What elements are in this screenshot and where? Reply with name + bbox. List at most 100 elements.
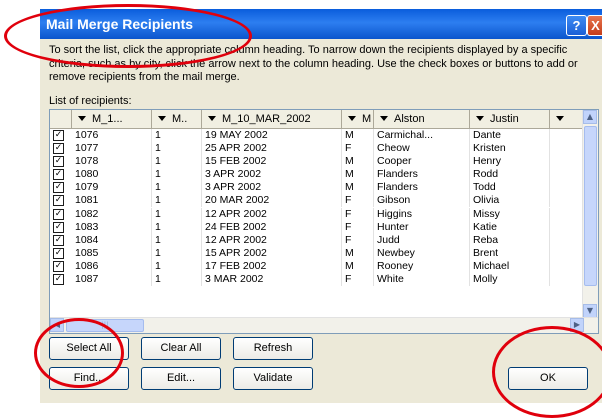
row-checkbox[interactable]: ✓	[53, 143, 64, 155]
find-button[interactable]: Find...	[49, 367, 129, 390]
table-row[interactable]: ✓ 1076 1 19 MAY 2002 M Carmichal... Dante	[50, 129, 584, 142]
row-checkbox[interactable]: ✓	[53, 260, 64, 272]
ok-button[interactable]: OK	[508, 367, 588, 390]
list-label: List of recipients:	[49, 95, 132, 107]
row-checkbox[interactable]: ✓	[53, 208, 64, 220]
dropdown-arrow-icon[interactable]	[208, 116, 216, 122]
last-name-cell: Cheow	[374, 142, 470, 156]
mail-merge-dialog: Mail Merge Recipients ? X To sort the li…	[40, 9, 602, 403]
count-cell: 1	[152, 259, 202, 273]
first-name-cell: Katie	[470, 220, 550, 234]
dropdown-arrow-icon[interactable]	[380, 116, 388, 122]
id-cell: 1076	[72, 129, 152, 142]
row-checkbox[interactable]: ✓	[53, 169, 64, 181]
dropdown-arrow-icon[interactable]	[348, 116, 356, 122]
id-cell: 1081	[72, 194, 152, 208]
last-name-cell: White	[374, 273, 470, 287]
row-checkbox[interactable]: ✓	[53, 156, 64, 168]
row-checkbox[interactable]: ✓	[53, 130, 64, 141]
extra-cell	[550, 207, 584, 221]
table-row[interactable]: ✓ 1087 1 3 MAR 2002 F White Molly	[50, 273, 584, 287]
column-header-count[interactable]: M..	[152, 110, 202, 128]
column-header-date[interactable]: M_10_MAR_2002	[202, 110, 342, 128]
horizontal-scroll-thumb[interactable]: |||	[66, 319, 144, 332]
column-header-first-name[interactable]: Justin	[470, 110, 550, 128]
clear-all-button[interactable]: Clear All	[141, 337, 221, 360]
date-cell: 20 MAR 2002	[202, 194, 342, 208]
date-cell: 15 FEB 2002	[202, 155, 342, 169]
column-header-id[interactable]: M_1...	[72, 110, 152, 128]
first-name-cell: Molly	[470, 273, 550, 287]
title-bar[interactable]: Mail Merge Recipients ? X	[40, 9, 602, 39]
dialog-title: Mail Merge Recipients	[46, 16, 194, 32]
id-cell: 1077	[72, 142, 152, 156]
row-checkbox[interactable]: ✓	[53, 221, 64, 233]
table-row[interactable]: ✓ 1085 1 15 APR 2002 M Newbey Brent	[50, 246, 584, 260]
refresh-button[interactable]: Refresh	[233, 337, 313, 360]
table-row[interactable]: ✓ 1078 1 15 FEB 2002 M Cooper Henry	[50, 155, 584, 169]
count-cell: 1	[152, 220, 202, 234]
extra-cell	[550, 246, 584, 260]
gender-cell: M	[342, 259, 374, 273]
row-checkbox[interactable]: ✓	[53, 195, 64, 207]
last-name-cell: Flanders	[374, 181, 470, 195]
recipients-list[interactable]: M_1... M.. M_10_MAR_2002 M Alston Justin…	[49, 109, 599, 334]
dropdown-arrow-icon[interactable]	[556, 116, 564, 122]
select-all-button[interactable]: Select All	[49, 337, 129, 360]
first-name-cell: Rodd	[470, 168, 550, 182]
id-cell: 1080	[72, 168, 152, 182]
scroll-left-icon[interactable]: ◀	[50, 318, 64, 332]
dropdown-arrow-icon[interactable]	[476, 116, 484, 122]
gender-cell: M	[342, 246, 374, 260]
last-name-cell: Hunter	[374, 220, 470, 234]
scroll-down-icon[interactable]: ▼	[583, 304, 597, 318]
column-header-extra[interactable]	[550, 110, 584, 128]
gender-cell: M	[342, 168, 374, 182]
gender-cell: M	[342, 155, 374, 169]
id-cell: 1086	[72, 259, 152, 273]
vertical-scrollbar[interactable]: ▲ ▼	[582, 110, 598, 318]
first-name-cell: Reba	[470, 233, 550, 247]
table-row[interactable]: ✓ 1077 1 25 APR 2002 F Cheow Kristen	[50, 142, 584, 156]
count-cell: 1	[152, 168, 202, 182]
validate-button[interactable]: Validate	[233, 367, 313, 390]
close-button[interactable]: X	[587, 15, 602, 36]
help-button[interactable]: ?	[566, 15, 587, 36]
gender-cell: F	[342, 273, 374, 287]
date-cell: 25 APR 2002	[202, 142, 342, 156]
scroll-right-icon[interactable]: ▶	[570, 318, 584, 332]
table-row[interactable]: ✓ 1081 1 20 MAR 2002 F Gibson Olivia	[50, 194, 584, 208]
extra-cell	[550, 233, 584, 247]
row-checkbox[interactable]: ✓	[53, 247, 64, 259]
date-cell: 3 APR 2002	[202, 181, 342, 195]
dropdown-arrow-icon[interactable]	[158, 116, 166, 122]
column-header-gender[interactable]: M	[342, 110, 374, 128]
dropdown-arrow-icon[interactable]	[78, 116, 86, 122]
extra-cell	[550, 273, 584, 287]
gender-cell: F	[342, 207, 374, 221]
table-row[interactable]: ✓ 1086 1 17 FEB 2002 M Rooney Michael	[50, 259, 584, 273]
id-cell: 1078	[72, 155, 152, 169]
column-header-last-name[interactable]: Alston	[374, 110, 470, 128]
row-checkbox[interactable]: ✓	[53, 274, 64, 286]
count-cell: 1	[152, 181, 202, 195]
date-cell: 24 FEB 2002	[202, 220, 342, 234]
edit-button[interactable]: Edit...	[141, 367, 221, 390]
last-name-cell: Newbey	[374, 246, 470, 260]
row-checkbox[interactable]: ✓	[53, 182, 64, 194]
table-row[interactable]: ✓ 1079 1 3 APR 2002 M Flanders Todd	[50, 181, 584, 195]
id-cell: 1085	[72, 246, 152, 260]
row-checkbox[interactable]: ✓	[53, 234, 64, 246]
table-row[interactable]: ✓ 1082 1 12 APR 2002 F Higgins Missy	[50, 207, 584, 221]
id-cell: 1084	[72, 233, 152, 247]
scroll-up-icon[interactable]: ▲	[583, 110, 597, 124]
horizontal-scrollbar[interactable]: ◀ ||| ▶	[50, 317, 598, 333]
last-name-cell: Carmichal...	[374, 129, 470, 142]
table-row[interactable]: ✓ 1080 1 3 APR 2002 M Flanders Rodd	[50, 168, 584, 182]
table-row[interactable]: ✓ 1084 1 12 APR 2002 F Judd Reba	[50, 233, 584, 247]
vertical-scroll-thumb[interactable]	[584, 126, 597, 286]
recipient-rows: ✓ 1076 1 19 MAY 2002 M Carmichal... Dante ✓ 1077…	[50, 129, 584, 287]
gender-cell: F	[342, 194, 374, 208]
extra-cell	[550, 259, 584, 273]
table-row[interactable]: ✓ 1083 1 24 FEB 2002 F Hunter Katie	[50, 220, 584, 234]
